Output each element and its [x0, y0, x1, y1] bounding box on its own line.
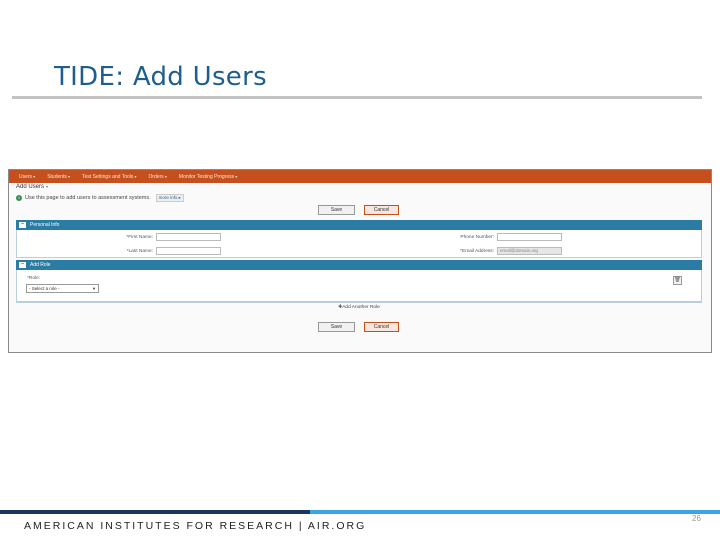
info-line: i Use this page to add users to assessme… — [16, 194, 184, 202]
cancel-button-top[interactable]: Cancel — [364, 205, 399, 215]
save-button-bottom[interactable]: Save — [318, 322, 355, 332]
last-name-input[interactable] — [156, 247, 221, 255]
footer-bar-light — [310, 510, 720, 514]
first-name-input[interactable] — [156, 233, 221, 241]
add-role-panel — [16, 270, 702, 302]
first-name-label: *First Name: — [126, 235, 153, 240]
collapse-icon[interactable]: – — [19, 261, 26, 268]
more-info-label: more info — [158, 195, 178, 200]
footer-text: AMERICAN INSTITUTES FOR RESEARCH | AIR.O… — [24, 520, 367, 532]
save-button-top[interactable]: Save — [318, 205, 355, 215]
role-label: *Role: — [27, 276, 41, 281]
nav-item-students[interactable]: Students — [47, 174, 70, 180]
role-select-value: - Select a role - — [29, 286, 60, 291]
footer-bar-dark — [0, 510, 310, 514]
cancel-button-bottom[interactable]: Cancel — [364, 322, 399, 332]
personal-info-header[interactable]: – Personal Info — [16, 220, 702, 230]
page-heading-text: Add Users — [16, 184, 45, 190]
info-icon: i — [16, 195, 22, 201]
nav-item-monitor-testing[interactable]: Monitor Testing Progress — [179, 174, 237, 180]
nav-item-users[interactable]: Users — [19, 174, 35, 180]
add-role-header[interactable]: – Add Role — [16, 260, 702, 270]
title-divider — [12, 96, 702, 99]
email-address-label: *Email Address: — [460, 249, 494, 254]
info-text: Use this page to add users to assessment… — [25, 195, 151, 201]
slide-title: TIDE: Add Users — [54, 62, 267, 92]
phone-number-label: Phone Number: — [460, 235, 494, 240]
last-name-label: *Last Name: — [126, 249, 153, 254]
add-another-role-label: Add Another Role — [342, 305, 380, 310]
collapse-icon[interactable]: – — [19, 221, 26, 228]
page-heading: Add Users ▾ — [16, 184, 48, 190]
phone-number-input[interactable] — [497, 233, 562, 241]
add-role-label: Add Role — [30, 262, 51, 268]
nav-item-orders[interactable]: Orders — [149, 174, 167, 180]
personal-info-label: Personal Info — [30, 222, 60, 228]
delete-role-icon[interactable]: 🗑 — [673, 276, 682, 285]
email-address-input[interactable]: email@domain.org — [497, 247, 562, 255]
nav-item-test-settings[interactable]: Test Settings and Tools — [82, 174, 136, 180]
page-number: 26 — [692, 514, 701, 523]
more-info-link[interactable]: more info ▸ — [155, 194, 184, 202]
top-navigation: Users Students Test Settings and Tools O… — [9, 170, 711, 183]
role-select[interactable]: - Select a role - ▼ — [26, 284, 99, 293]
add-another-role-button[interactable]: ✚Add Another Role — [16, 302, 702, 312]
chevron-down-icon: ▼ — [92, 286, 96, 291]
chevron-down-icon[interactable]: ▾ — [46, 184, 48, 189]
